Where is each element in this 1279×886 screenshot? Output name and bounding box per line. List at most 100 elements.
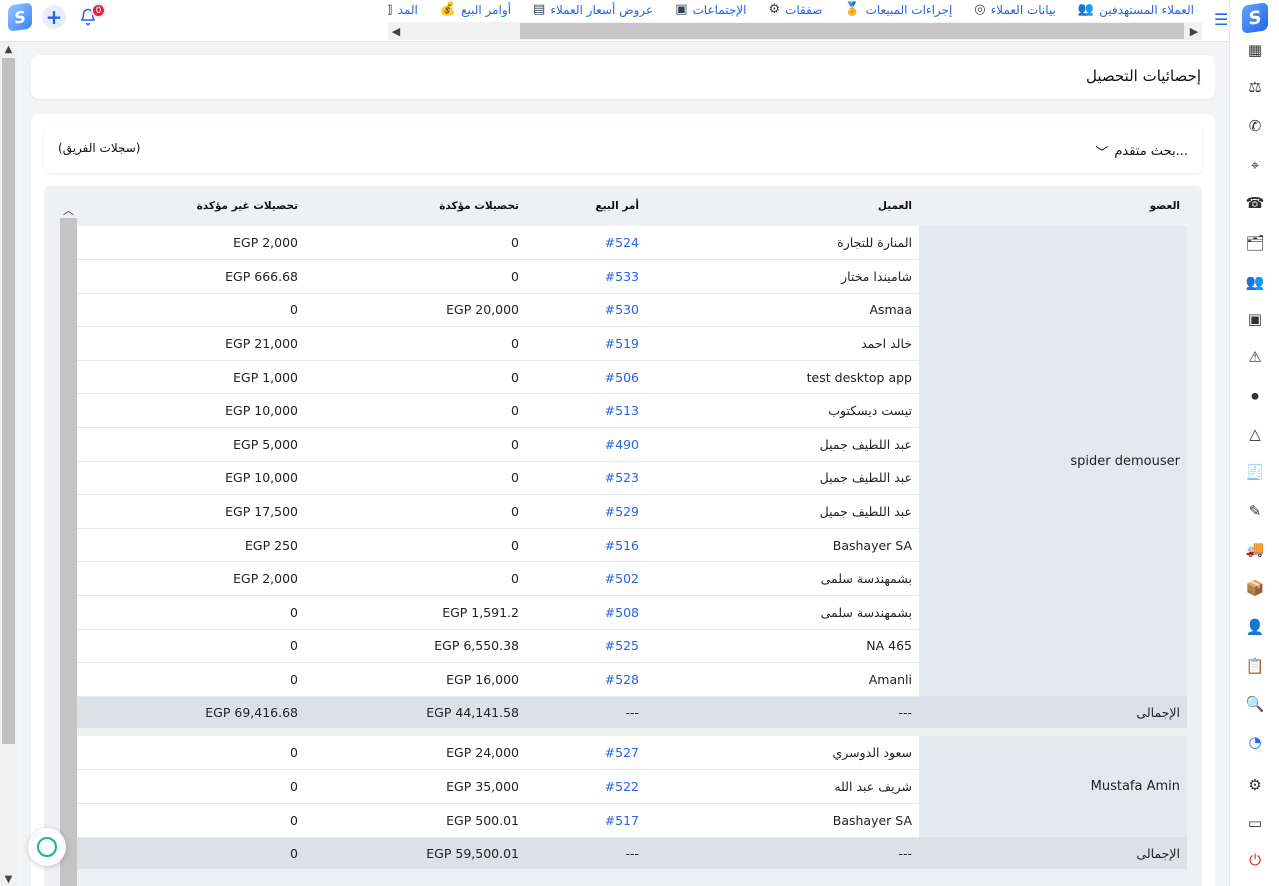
nav-supply[interactable]: ▥ المد: [388, 2, 418, 17]
sales-order-link[interactable]: #527: [526, 736, 646, 771]
crosshair-icon[interactable]: ⌖: [1243, 153, 1267, 177]
sales-order-link[interactable]: #528: [526, 662, 646, 697]
scrollbar-thumb[interactable]: [2, 58, 15, 744]
nav-label: المد: [397, 2, 418, 17]
cash-icon[interactable]: ▣: [1243, 307, 1267, 331]
page-header-card: إحصائيات التحصيل: [31, 55, 1215, 99]
sales-order-link[interactable]: #490: [526, 427, 646, 462]
cell-confirmed: 0: [305, 259, 526, 294]
sales-order-link[interactable]: #525: [526, 629, 646, 664]
cell-confirmed: EGP 35,000: [305, 769, 526, 804]
cell-customer: Asmaa: [646, 293, 919, 328]
sales-order-link[interactable]: #502: [526, 561, 646, 597]
sales-order-link[interactable]: #513: [526, 393, 646, 429]
sales-order-link[interactable]: #530: [526, 293, 646, 328]
truck-icon[interactable]: 🚚: [1243, 537, 1267, 561]
nav-target-customers[interactable]: 👥 العملاء المستهدفين: [1078, 2, 1194, 17]
add-button[interactable]: +: [42, 5, 66, 29]
top-bar: S + 0 👥 العملاء المستهدفين ◎ بيانات العملا…: [0, 0, 1279, 42]
cell-confirmed: EGP 20,000: [305, 293, 526, 328]
total-customer: ---: [646, 837, 919, 870]
header-unconfirmed[interactable]: تحصيلات غير مؤكدة: [77, 186, 305, 226]
phone-call-icon[interactable]: ✆: [1243, 114, 1267, 138]
gear-icon[interactable]: ⚙: [1243, 773, 1267, 797]
scroll-left-icon[interactable]: ◀: [388, 22, 404, 40]
cell-unconfirmed: EGP 5,000: [77, 427, 305, 462]
tablet-icon[interactable]: ▭: [1243, 811, 1267, 835]
spinner-icon: [37, 837, 57, 857]
total-label: الإجمالى: [919, 696, 1187, 729]
menu-icon[interactable]: ☰: [1214, 10, 1228, 29]
cell-unconfirmed: 0: [77, 595, 305, 630]
team-icon[interactable]: 👥: [1243, 270, 1267, 294]
table-container: ︿ تحصيلات غير مؤكدة تحصيلات مؤكدة أمر ال…: [44, 186, 1202, 886]
cell-unconfirmed: EGP 17,500: [77, 494, 305, 529]
nav-sales-actions[interactable]: 🏅 إجراءات المبيعات: [844, 2, 952, 17]
mountain-icon[interactable]: △: [1243, 422, 1267, 446]
sales-order-link[interactable]: #508: [526, 595, 646, 630]
table-header-row: تحصيلات غير مؤكدة تحصيلات مؤكدة أمر البي…: [77, 186, 1187, 226]
target-customers-icon: 👥: [1077, 2, 1095, 17]
user-support-icon[interactable]: 👤: [1243, 615, 1267, 639]
sales-order-link[interactable]: #529: [526, 494, 646, 529]
sales-order-link[interactable]: #516: [526, 528, 646, 563]
filter-bar: ﹀ بحث متقدم... (سجلات الفريق): [44, 127, 1202, 173]
table-scrollbar[interactable]: [60, 218, 77, 886]
app-logo-icon[interactable]: S: [8, 2, 32, 32]
cell-confirmed: EGP 6,550.38: [305, 629, 526, 664]
sales-order-link[interactable]: #519: [526, 326, 646, 361]
sales-order-link[interactable]: #506: [526, 360, 646, 395]
chevron-up-icon[interactable]: ︿: [60, 202, 77, 218]
sales-order-link[interactable]: #523: [526, 461, 646, 496]
header-customer[interactable]: العميل: [646, 186, 919, 226]
invoice-icon[interactable]: 🧾: [1243, 460, 1267, 484]
cell-unconfirmed: 0: [77, 629, 305, 664]
nav-quotations[interactable]: ▤ عروض أسعار العملاء: [533, 2, 653, 17]
report-icon[interactable]: 📋: [1243, 654, 1267, 678]
scroll-right-icon[interactable]: ▶: [1186, 22, 1202, 40]
cell-unconfirmed: 0: [77, 662, 305, 697]
cell-confirmed: EGP 24,000: [305, 736, 526, 771]
telephone-icon[interactable]: ☎: [1243, 191, 1267, 215]
sales-order-link[interactable]: #517: [526, 803, 646, 838]
video-icon[interactable]: ⏺: [1243, 384, 1267, 408]
team-records-label: (سجلات الفريق): [58, 141, 141, 155]
nav-deals[interactable]: ⚙ صفقات: [768, 2, 822, 17]
user-folder-icon[interactable]: 🗂: [1243, 231, 1267, 255]
cell-customer: بشمهندسة سلمى: [646, 561, 919, 597]
scroll-up-icon[interactable]: ▲: [0, 42, 17, 56]
nav-label: عروض أسعار العملاء: [550, 2, 654, 17]
nav-meetings[interactable]: ▣ الإجتماعات: [675, 2, 746, 17]
notifications-button[interactable]: 0: [76, 3, 106, 29]
scroll-down-icon[interactable]: ▼: [0, 872, 17, 886]
cell-confirmed: 0: [305, 360, 526, 395]
cell-unconfirmed: EGP 250: [77, 528, 305, 563]
cell-unconfirmed: 0: [77, 736, 305, 771]
box-icon[interactable]: 📦: [1243, 576, 1267, 600]
cell-member: Mustafa Amin: [919, 736, 1187, 838]
statistics-icon[interactable]: ◔: [1243, 730, 1267, 754]
document-search-icon[interactable]: 🔍: [1243, 692, 1267, 716]
nav-customer-data[interactable]: ◎ بيانات العملاء: [974, 2, 1056, 17]
sales-order-link[interactable]: #524: [526, 226, 646, 261]
header-sales-order[interactable]: أمر البيع: [526, 186, 646, 226]
power-icon[interactable]: ⏻: [1243, 848, 1267, 872]
cell-confirmed: 0: [305, 528, 526, 563]
pen-icon[interactable]: ✎: [1243, 499, 1267, 523]
quotations-icon: ▤: [533, 2, 546, 17]
scrollbar-thumb[interactable]: [520, 23, 1184, 39]
brand-logo-icon[interactable]: S: [1242, 2, 1268, 34]
advanced-search-toggle[interactable]: ﹀ بحث متقدم...: [1095, 142, 1188, 161]
warning-icon[interactable]: ⚠: [1243, 345, 1267, 369]
nav-sales-orders[interactable]: 💰 أوامر البيع: [440, 2, 511, 17]
floating-loader-button[interactable]: [28, 828, 66, 866]
header-member[interactable]: العضو: [919, 186, 1187, 226]
nav-horizontal-scrollbar[interactable]: ◀ ▶: [388, 22, 1202, 40]
gavel-icon[interactable]: ⚖: [1243, 75, 1267, 99]
sales-order-link[interactable]: #533: [526, 259, 646, 294]
sales-order-link[interactable]: #522: [526, 769, 646, 804]
header-confirmed[interactable]: تحصيلات مؤكدة: [305, 186, 526, 226]
building-icon[interactable]: ▦: [1243, 38, 1267, 62]
cell-customer: عبد اللطيف جميل: [646, 461, 919, 496]
page-vertical-scrollbar[interactable]: ▲ ▼: [0, 42, 17, 886]
